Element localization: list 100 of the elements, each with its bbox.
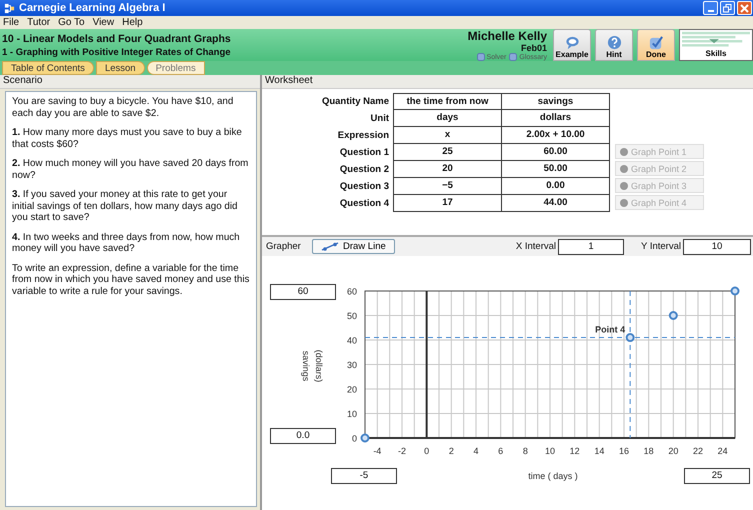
table-cell[interactable]: the time from now [393, 93, 502, 110]
section-title: 1 - Graphing with Positive Integer Rates of Change [2, 46, 232, 58]
tick-label: 0 [352, 434, 357, 444]
draw-line-button[interactable]: Draw Line [312, 239, 395, 254]
tick-label: 0 [424, 446, 430, 456]
panel-title: Scenario [0, 75, 260, 89]
scenario-paragraph: 3. If you saved your money at this rate to get your initial savings of ten dollars, how many days ago did you start to save? [12, 189, 238, 224]
table-cell[interactable]: 44.00 [502, 195, 610, 212]
table-cell[interactable]: 2.00x + 10.00 [502, 127, 610, 144]
row-label: Expression [336, 129, 390, 143]
x-interval-field[interactable]: 1 [558, 238, 624, 254]
minimize-icon [708, 10, 714, 12]
tick-label: 2 [448, 446, 454, 456]
tick-label: 24 [718, 446, 728, 456]
example-button[interactable]: Example [553, 29, 591, 61]
grapher-label: Grapher [266, 241, 302, 252]
close-icon [740, 4, 749, 12]
tick-label: 14 [594, 446, 604, 456]
y-interval-field[interactable]: 10 [683, 238, 751, 254]
scenario-paragraph: To write an expression, define a variable for the time from now in which you have saved money and use this variable to write a rule for your savings. [12, 262, 250, 297]
y-min-field[interactable]: 0.0 [270, 428, 336, 444]
data-point[interactable] [360, 434, 370, 442]
class-name: Feb01 [520, 43, 547, 53]
table-cell[interactable]: x [393, 127, 502, 144]
tick-label: 20 [346, 384, 357, 394]
tick-label: 10 [545, 446, 555, 456]
scenario-paragraph: 4. In two weeks and three days from now, how much money will you have saved? [12, 232, 241, 254]
line-icon [321, 242, 339, 251]
tick-label: 16 [619, 446, 629, 456]
menu-item[interactable]: Tutor [27, 17, 50, 28]
speech-bubble-icon [564, 35, 580, 50]
table-cell[interactable]: dollars [502, 110, 610, 127]
tick-label: 8 [522, 446, 528, 456]
panel-title: Worksheet [262, 75, 753, 89]
tick-label: 18 [644, 446, 654, 456]
table-cell[interactable]: 50.00 [502, 161, 610, 178]
tick-label: 22 [693, 446, 703, 456]
scenario-paragraph: 1. How many more days must you save to buy a bike that costs $60? [12, 127, 243, 150]
table-cell[interactable]: 60.00 [502, 144, 610, 161]
table-cell[interactable]: −5 [393, 178, 502, 195]
table-cell[interactable]: 25 [393, 144, 502, 161]
row-label: Unit [370, 112, 390, 126]
tick-label: -4 [373, 446, 382, 456]
table-cell[interactable]: 17 [393, 195, 502, 212]
point-label: Point 4 [595, 324, 626, 335]
x-min-field[interactable]: -5 [331, 468, 397, 484]
axis-title: (dollars) [314, 350, 324, 382]
row-label: Quantity Name [320, 95, 390, 109]
tick-label: 4 [474, 446, 478, 456]
square-icon [509, 53, 518, 61]
checkmark-icon [648, 35, 664, 50]
question-mark-icon [606, 35, 622, 50]
field-label: Y Interval [641, 241, 681, 252]
square-icon [476, 53, 485, 61]
data-point[interactable] [626, 333, 635, 342]
tick-label: 12 [570, 446, 580, 456]
unit-title: 10 - Linear Models and Four Quadrant Graphs [2, 32, 232, 44]
restore-icon [723, 4, 732, 12]
restore-button[interactable] [720, 1, 735, 15]
row-label: Question 1 [338, 146, 390, 160]
student-name: Michelle Kelly [468, 29, 547, 43]
table-cell[interactable]: days [393, 110, 502, 127]
data-point[interactable] [668, 311, 678, 320]
scenario-paragraph: 2. How much money will you have saved 20 days from now? [12, 158, 250, 181]
nav-tab[interactable]: Lesson [96, 61, 145, 75]
table-cell[interactable]: savings [502, 93, 610, 110]
table-cell[interactable]: 20 [393, 161, 502, 178]
menu-item[interactable]: File [3, 17, 20, 28]
skill-bars-icon [682, 31, 750, 49]
tick-label: 60 [346, 286, 357, 296]
tick-label: 10 [346, 409, 357, 419]
axis-title: time ( days ) [528, 471, 578, 481]
row-label: Question 2 [338, 163, 390, 177]
x-max-field[interactable]: 25 [684, 468, 750, 484]
minimize-button[interactable] [703, 1, 718, 15]
hint-button[interactable]: Hint [595, 29, 633, 61]
done-button[interactable]: Done [637, 29, 675, 61]
close-button[interactable] [737, 1, 752, 15]
data-point[interactable] [730, 286, 740, 296]
table-cell[interactable]: 0.00 [502, 178, 610, 195]
skills-button[interactable]: Skills [679, 29, 753, 61]
y-max-field[interactable]: 60 [270, 284, 336, 300]
tick-label: 20 [668, 446, 678, 456]
scenario-paragraph: You are saving to buy a bicycle. You have $10, and each day you are able to save $2. [12, 96, 234, 119]
tick-label: 50 [346, 311, 357, 321]
axis-title: savings [301, 350, 311, 382]
tick-label: 30 [346, 360, 357, 370]
field-label: X Interval [516, 241, 556, 252]
tick-label: 6 [498, 446, 504, 456]
row-label: Question 4 [338, 197, 390, 211]
nav-tab[interactable]: Table of Contents [2, 61, 94, 75]
menu-item[interactable]: View [92, 17, 114, 28]
menu-item[interactable]: Help [122, 17, 143, 28]
window-title: Carnegie Learning Algebra I [19, 2, 166, 14]
tick-label: -2 [398, 446, 406, 456]
row-label: Question 3 [338, 180, 390, 194]
nav-tab[interactable]: Problems [146, 61, 205, 75]
menu-item[interactable]: Go To [58, 17, 85, 28]
tick-label: 40 [346, 336, 357, 346]
app-logo-icon [4, 2, 15, 14]
